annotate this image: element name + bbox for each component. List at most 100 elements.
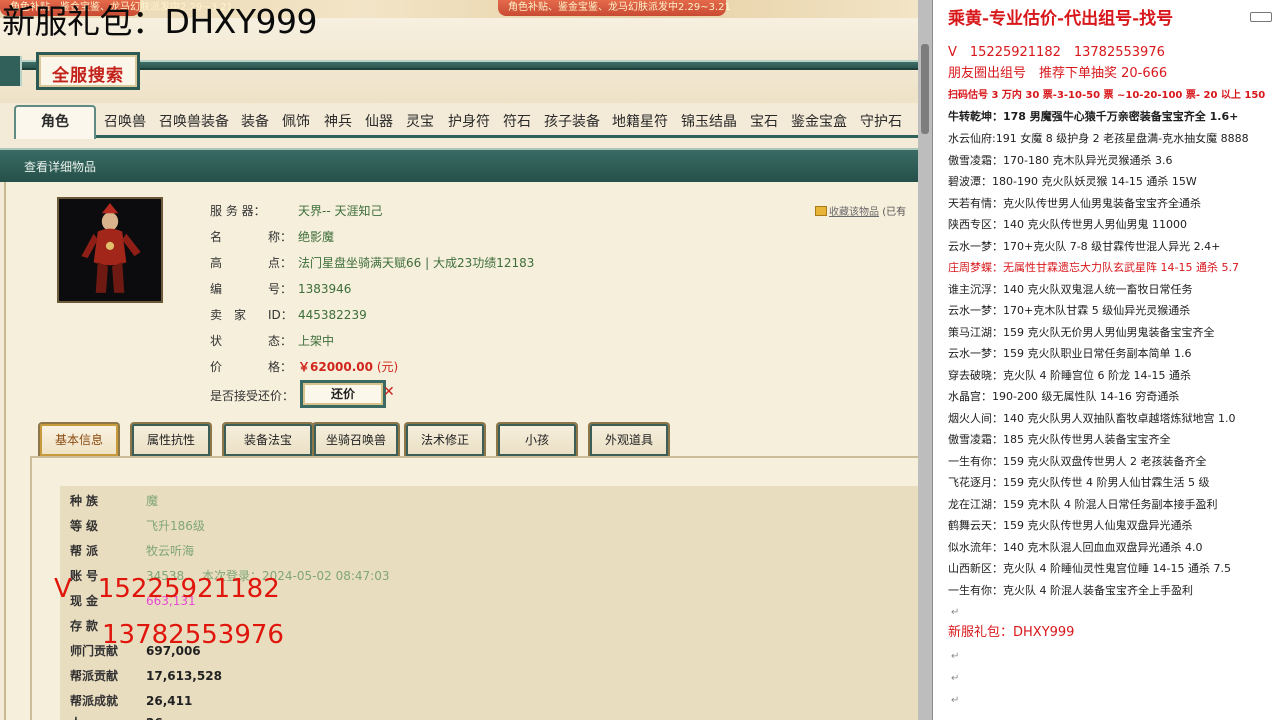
notes-entry: 牛转乾坤：178 男魔强牛心猿千万亲密装备宝宝齐全 1.6+ [948, 110, 1239, 123]
tab-immortal-artifact[interactable]: 仙器 [365, 109, 393, 137]
server-row: 服 务 器： 天界-- 天涯知己 [210, 202, 382, 219]
price-label-colon: 格： [268, 360, 293, 374]
notes-phone: V 15225921182 13782553976 [948, 45, 1165, 60]
contact-overlay: V 15225921182 13782553976 [54, 566, 284, 658]
price-label: 价 [210, 360, 223, 374]
tab-role[interactable]: 角色 [14, 105, 96, 139]
attr-key: 种族 [70, 494, 103, 508]
attr-key: 帮派 [70, 544, 103, 558]
name-label: 名 [210, 230, 223, 244]
tab-guardian-stone[interactable]: 守护石 [860, 109, 902, 137]
notes-entry: 陕西专区：140 克火队传世男人男仙男鬼 11000 [948, 218, 1187, 231]
tab-equipment-treasure[interactable]: 装备法宝 [222, 422, 314, 456]
tab-spell-correction[interactable]: 法术修正 [404, 422, 486, 456]
tab-star-rune[interactable]: 地籍星符 [612, 109, 668, 137]
character-avatar [57, 197, 163, 303]
tab-child[interactable]: 小孩 [496, 422, 578, 456]
notes-entry: 龙在江湖：159 克木队 4 阶混人日常任务副本接手盈利 [948, 498, 1218, 511]
notes-entry: 一生有你：克火队 4 阶混人装备宝宝齐全上手盈利 [948, 584, 1193, 597]
detail-sub-tabs: 基本信息 属性抗性 装备法宝 坐骑召唤兽 法术修正 小孩 外观道具 [38, 420, 918, 456]
name-row: 名 称： 绝影魔 [210, 228, 334, 245]
contact-line-1: V 15225921182 [54, 574, 280, 604]
notes-entry: 山西新区：克火队 4 阶睡仙灵性鬼宫位睡 14-15 通杀 7.5 [948, 562, 1231, 575]
name-value: 绝影魔 [298, 230, 335, 244]
contact-line-2: 13782553976 [102, 620, 284, 650]
tab-summon-equipment[interactable]: 召唤兽装备 [159, 109, 229, 137]
favorite-link-label: 收藏该物品 [829, 207, 879, 218]
favorite-link[interactable]: 收藏该物品 (已有 [815, 203, 906, 218]
number-row: 编 号： 1383946 [210, 280, 351, 297]
tab-summon[interactable]: 召唤兽 [104, 109, 146, 137]
window-corner-icon [1250, 12, 1272, 22]
number-label-colon: 号： [268, 282, 293, 296]
notes-entry: 鹤舞云天：159 克火队传世男人仙鬼双盘异光通杀 [948, 519, 1193, 532]
global-search-plaque[interactable]: 全服搜索 [36, 52, 140, 90]
notes-entry: 水晶宫：190-200 级无属性队 14-16 穷奇通杀 [948, 390, 1180, 403]
price-row: 价 格： ￥62000.00 (元) [210, 358, 398, 375]
price-unit: (元) [376, 360, 399, 374]
tab-basic-info[interactable]: 基本信息 [38, 422, 120, 456]
tab-appraisal-box[interactable]: 鉴金宝盒 [791, 109, 847, 137]
bargain-label: 是否接受还价： [210, 389, 295, 403]
tab-attribute-resistance[interactable]: 属性抗性 [130, 422, 212, 456]
notes-entry: 云水一梦：159 克火队职业日常任务副本简单 1.6 [948, 347, 1192, 360]
tab-divine-weapon[interactable]: 神兵 [324, 109, 352, 137]
highlight-label-colon: 点： [268, 256, 293, 270]
price-value: ￥62000.00 [298, 360, 374, 374]
banner-notice[interactable]: 角色补贴、鉴金宝鉴、龙马幻肤派发中2.29~3.21 [498, 0, 731, 16]
tab-accessory[interactable]: 佩饰 [282, 109, 310, 137]
bargain-cross-icon: ✕ [383, 384, 395, 400]
game-window: 角色补贴、鉴金宝鉴、龙马幻肤派发中2.29~3.21 角色补贴、鉴金宝鉴、龙马幻… [0, 0, 918, 720]
notes-entry: 云水一梦：170+克木队甘霖 5 级仙异光灵猴通杀 [948, 304, 1191, 317]
server-label: 服 务 器： [210, 204, 266, 218]
attr-row-faction: 帮派 牧云听海 [70, 542, 194, 559]
notes-entry: 谁主沉浮：140 克火队双鬼混人统一畜牧日常任务 [948, 283, 1193, 296]
attr-row-level: 等级 飞升186级 [70, 517, 205, 534]
number-label: 编 [210, 282, 223, 296]
notes-entry: 似水流年：140 克木队混人回血血双盘异光通杀 4.0 [948, 541, 1203, 554]
seller-label-id: ID： [268, 308, 293, 322]
scrollbar-thumb[interactable] [921, 44, 929, 134]
detail-header: 查看详细物品 [0, 148, 918, 182]
character-figure-icon [59, 199, 161, 301]
notes-entry: 傲雪凌霜：185 克火队传世男人装备宝宝齐全 [948, 433, 1171, 446]
notes-title: 乘黄-专业估价-代出组号-找号 [948, 9, 1174, 29]
promo-overlay: 新服礼包：DHXY999 [2, 2, 317, 41]
tab-appearance-items[interactable]: 外观道具 [588, 422, 670, 456]
attr-value: 26,411 [146, 694, 193, 708]
notes-entry: 飞花逐月：159 克火队传世 4 阶男人仙甘霖生活 5 级 [948, 476, 1210, 489]
tab-spirit-treasure[interactable]: 灵宝 [406, 109, 434, 137]
notes-moments: 朋友圈出组号 推荐下单抽奖 20-666 [948, 66, 1168, 81]
attr-row-guild-achieve: 帮派成就 26,411 [70, 692, 192, 709]
attr-key: 等级 [70, 519, 103, 533]
notes-entry: 策马江湖：159 克火队无价男人男仙男鬼装备宝宝齐全 [948, 326, 1215, 339]
tab-gem[interactable]: 宝石 [750, 109, 778, 137]
tab-jade-crystal[interactable]: 锦玉结晶 [681, 109, 737, 137]
tab-rune[interactable]: 符石 [503, 109, 531, 137]
category-tabs: 角色 召唤兽 召唤兽装备 装备 佩饰 神兵 仙器 灵宝 护身符 符石 孩子装备 … [14, 104, 918, 139]
status-row: 状 态： 上架中 [210, 332, 334, 349]
tab-amulet[interactable]: 护身符 [448, 109, 490, 137]
attr-key: 人 [70, 714, 146, 720]
notes-entry: 碧波潭：180-190 克火队妖灵猴 14-15 通杀 15W [948, 175, 1197, 188]
seller-value: 445382239 [298, 308, 367, 322]
tab-equipment[interactable]: 装备 [241, 109, 269, 137]
attr-value: 17,613,528 [146, 669, 222, 683]
attr-key: 帮派贡献 [70, 669, 119, 683]
bargain-button[interactable]: 还价 [300, 380, 386, 408]
attr-key: 帮派成就 [70, 694, 119, 708]
notes-entry: 穿去破晓：克火队 4 阶睡宫位 6 阶龙 14-15 通杀 [948, 369, 1191, 382]
seller-row: 卖 家 ID： 445382239 [210, 306, 367, 323]
detail-header-title: 查看详细物品 [24, 160, 97, 174]
attr-value: 魔 [146, 494, 159, 508]
highlight-row: 高 点： 法门星盘坐骑满天赋66 | 大成23功绩12183 [210, 254, 534, 271]
tab-mount-summon[interactable]: 坐骑召唤兽 [312, 422, 400, 456]
highlight-label: 高 [210, 256, 223, 270]
favorite-folder-icon [815, 206, 827, 216]
notes-gift: 新服礼包：DHXY999 [948, 625, 1075, 640]
attr-row-race: 种族 魔 [70, 492, 158, 509]
status-label-colon: 态： [268, 334, 293, 348]
bargain-row: 是否接受还价： [210, 387, 294, 404]
name-label-colon: 称： [268, 230, 293, 244]
tab-child-equipment[interactable]: 孩子装备 [544, 109, 600, 137]
